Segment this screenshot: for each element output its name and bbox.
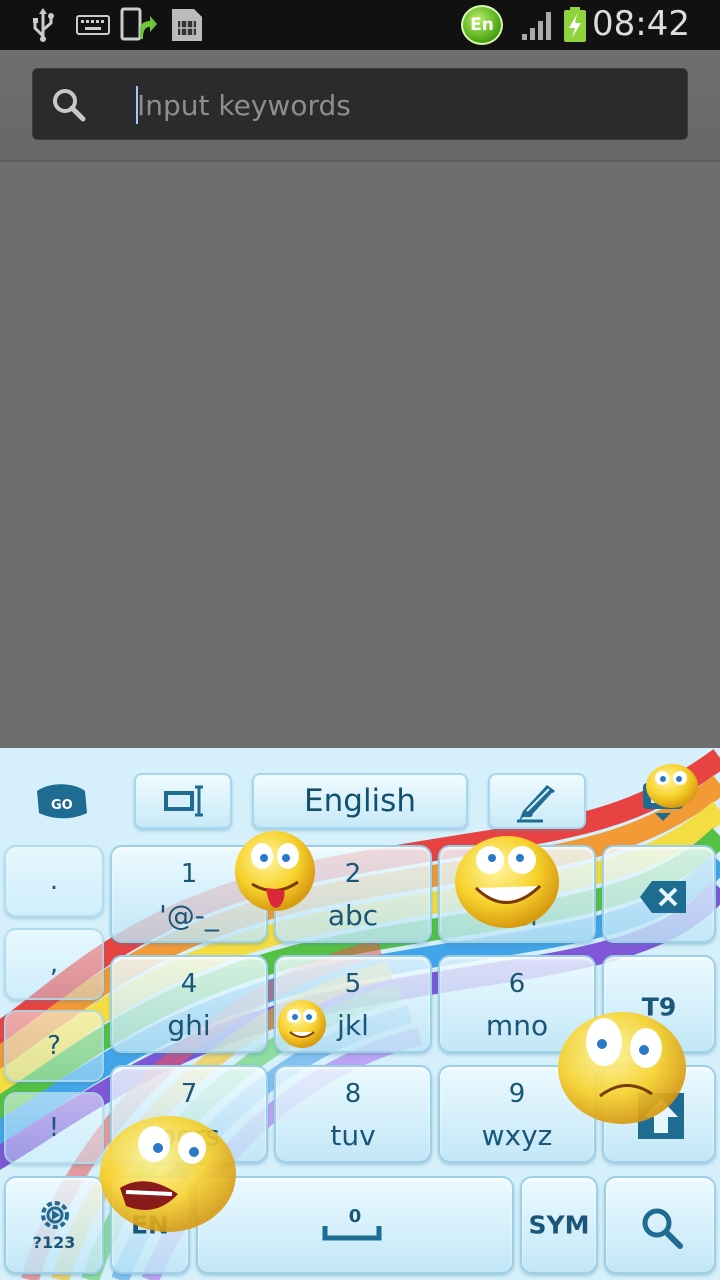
upload-icon	[120, 7, 158, 42]
space-key[interactable]: 0	[196, 1176, 514, 1274]
signal-icon	[520, 8, 556, 42]
symbols-key[interactable]: SYM	[520, 1176, 598, 1274]
go-logo-button[interactable]: GO	[26, 773, 96, 829]
search-header	[0, 50, 720, 162]
key-1[interactable]: 1 '@-_	[110, 845, 268, 943]
language-switch-key[interactable]: EN	[110, 1176, 190, 1274]
t9-toggle-key[interactable]: T9	[602, 955, 716, 1053]
handwriting-button[interactable]	[488, 773, 586, 829]
usb-icon	[30, 8, 56, 42]
gear-icon	[41, 1201, 69, 1229]
resize-keyboard-button[interactable]	[134, 773, 232, 829]
key-3[interactable]: 3 def	[438, 845, 596, 943]
resize-icon	[164, 785, 203, 817]
settings-123-key[interactable]: ?123	[4, 1176, 104, 1274]
status-bar: En 08:42	[0, 0, 720, 50]
key-5[interactable]: 5 jkl	[274, 955, 432, 1053]
key-comma[interactable]: ,	[4, 928, 104, 1000]
shift-arrow-icon	[638, 1093, 684, 1139]
clock: 08:42	[592, 4, 690, 44]
keyboard: GO English . , ? ! 1 '@-_ 2 abc 3 def 4 …	[0, 748, 720, 1280]
key-9[interactable]: 9 wxyz	[438, 1065, 596, 1163]
search-icon[interactable]	[51, 87, 87, 127]
shift-key[interactable]	[602, 1065, 716, 1163]
sim-card-icon	[170, 8, 204, 42]
key-2[interactable]: 2 abc	[274, 845, 432, 943]
key-period[interactable]: .	[4, 845, 104, 917]
backspace-icon	[640, 881, 686, 913]
hide-keyboard-button[interactable]	[630, 773, 696, 829]
search-icon	[642, 1208, 683, 1249]
screen: En 08:42 Input keywords GO English . , ?…	[0, 0, 720, 1280]
language-label: English	[304, 783, 416, 819]
go-logo-icon: GO	[37, 784, 87, 819]
key-7[interactable]: 7 pqrs	[110, 1065, 268, 1163]
language-badge-icon: En	[461, 5, 503, 45]
search-enter-key[interactable]	[604, 1176, 716, 1274]
search-input[interactable]	[137, 79, 677, 131]
battery-charging-icon	[562, 7, 588, 42]
keyboard-hide-icon	[643, 783, 683, 821]
language-select-button[interactable]: English	[252, 773, 468, 829]
key-exclamation[interactable]: !	[4, 1092, 104, 1164]
keyboard-icon	[76, 8, 110, 42]
key-8[interactable]: 8 tuv	[274, 1065, 432, 1163]
search-field[interactable]	[32, 68, 688, 140]
key-6[interactable]: 6 mno	[438, 955, 596, 1053]
svg-text:GO: GO	[51, 798, 73, 813]
backspace-key[interactable]	[602, 845, 716, 943]
key-question[interactable]: ?	[4, 1010, 104, 1082]
pen-icon	[517, 785, 555, 823]
space-bar-icon	[322, 1226, 382, 1241]
key-4[interactable]: 4 ghi	[110, 955, 268, 1053]
